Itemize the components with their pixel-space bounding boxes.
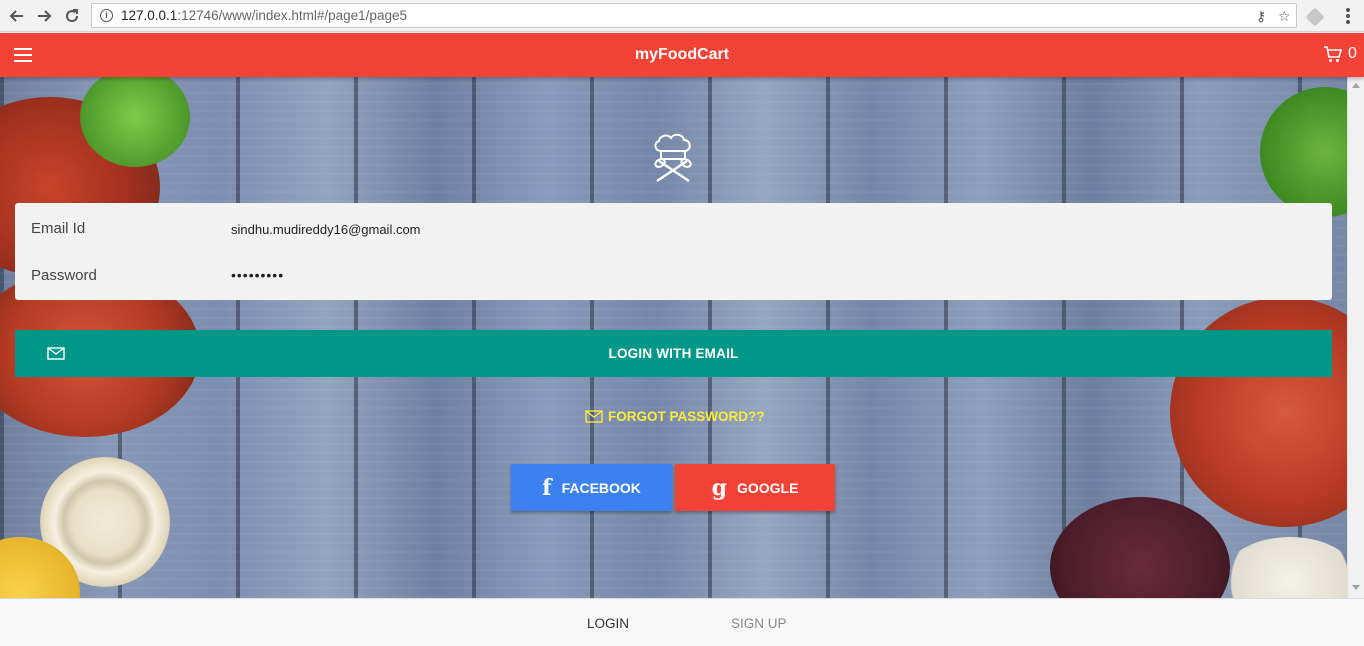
page-scrollbar[interactable] (1347, 77, 1364, 598)
password-field[interactable]: ••••••••• (231, 267, 831, 283)
key-icon[interactable]: ⚷ (1256, 9, 1270, 23)
bottom-tab-bar: LOGIN SIGN UP (0, 598, 1364, 646)
email-row: Email Id (15, 203, 1332, 250)
back-icon[interactable] (5, 4, 29, 28)
cart-count: 0 (1348, 45, 1357, 62)
tab-login[interactable]: LOGIN (587, 616, 629, 631)
envelope-icon (585, 410, 603, 423)
url-text: 127.0.0.1:12746/www/index.html#/page1/pa… (121, 8, 407, 23)
google-login-button[interactable]: g GOOGLE (675, 464, 835, 511)
star-icon[interactable]: ☆ (1278, 9, 1292, 23)
facebook-label: FACEBOOK (561, 479, 641, 496)
address-bar[interactable]: i 127.0.0.1:12746/www/index.html#/page1/… (91, 3, 1297, 28)
cart-button[interactable]: 0 (1323, 45, 1357, 63)
envelope-icon (47, 347, 65, 360)
email-label: Email Id (31, 220, 86, 237)
reload-icon[interactable] (60, 4, 84, 28)
tab-signup[interactable]: SIGN UP (731, 616, 787, 631)
app-header: myFoodCart 0 (0, 33, 1364, 77)
google-icon: g (711, 474, 727, 501)
app-title: myFoodCart (634, 46, 730, 63)
facebook-login-button[interactable]: f FACEBOOK (511, 464, 672, 511)
login-form: Email Id Password ••••••••• (15, 203, 1332, 300)
browser-toolbar: i 127.0.0.1:12746/www/index.html#/page1/… (0, 0, 1364, 32)
chef-hat-icon (654, 133, 692, 182)
facebook-icon: f (542, 474, 552, 501)
email-field[interactable] (231, 222, 831, 237)
forgot-password-label: FORGOT PASSWORD?? (608, 409, 765, 424)
password-row: Password ••••••••• (15, 250, 1332, 297)
extension-icon[interactable] (1305, 7, 1325, 27)
browser-menu-icon[interactable] (1340, 6, 1356, 26)
forgot-password-link[interactable]: FORGOT PASSWORD?? (585, 409, 765, 424)
login-with-email-label: LOGIN WITH EMAIL (608, 346, 739, 361)
cart-icon (1324, 46, 1343, 62)
info-icon[interactable]: i (100, 9, 113, 22)
forward-icon[interactable] (32, 4, 56, 28)
google-label: GOOGLE (736, 479, 799, 496)
login-with-email-button[interactable]: LOGIN WITH EMAIL (15, 330, 1332, 377)
password-label: Password (31, 267, 97, 284)
